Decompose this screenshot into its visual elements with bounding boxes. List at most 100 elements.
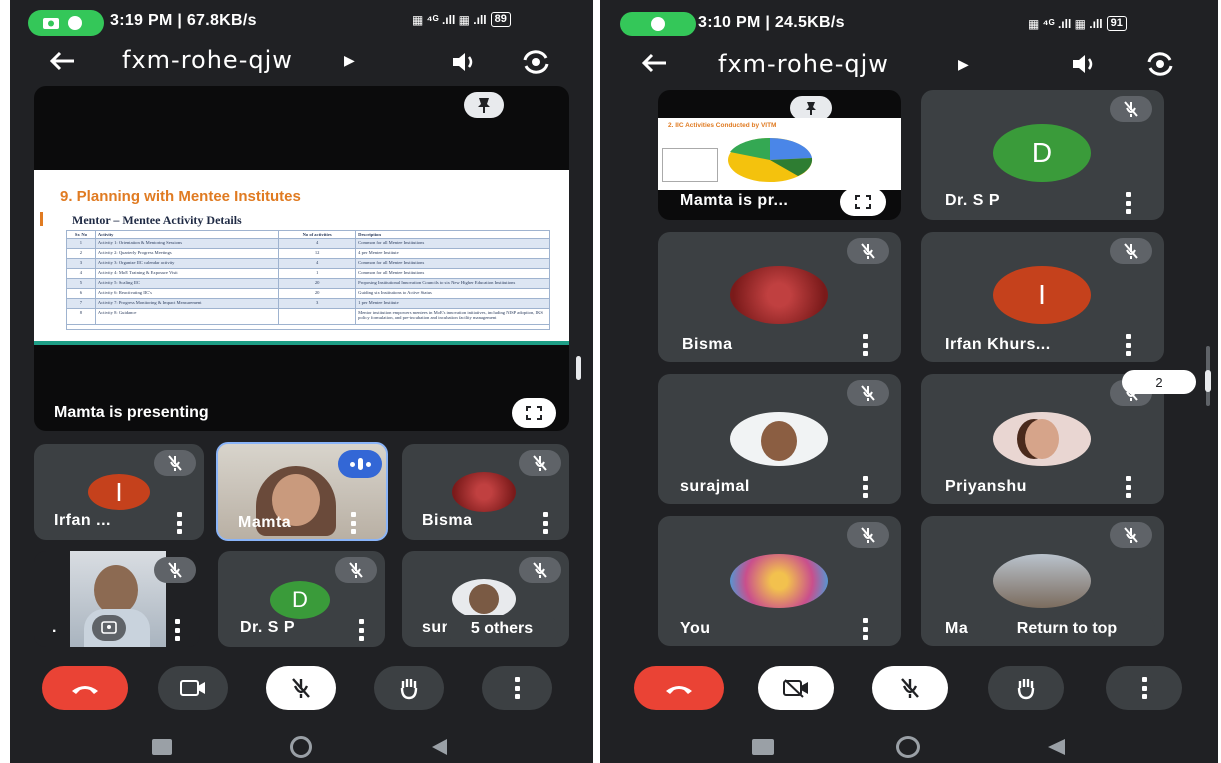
avatar: D: [270, 581, 330, 619]
more-options-icon[interactable]: [862, 334, 868, 356]
slide-accent: [40, 212, 43, 226]
fullscreen-icon[interactable]: [840, 188, 886, 216]
more-options-icon[interactable]: [176, 512, 182, 534]
participant-tile[interactable]: Priyanshu: [921, 374, 1164, 504]
participant-tile[interactable]: I Irfan Khurs...: [921, 232, 1164, 362]
meeting-code[interactable]: fxm-rohe-qjw: [122, 46, 293, 74]
table-row: 8 Activity 8: Guidance Mentor institution …: [67, 309, 549, 325]
others-count-chip[interactable]: 5 others: [446, 615, 558, 643]
home-icon[interactable]: [290, 736, 312, 758]
meeting-code[interactable]: fxm-rohe-qjw: [718, 50, 889, 78]
participant-tile[interactable]: Bisma: [658, 232, 901, 362]
recents-icon[interactable]: [152, 739, 172, 755]
more-options-icon[interactable]: [542, 512, 548, 534]
participant-tile-overflow[interactable]: sur 5 others: [402, 551, 569, 647]
table-cell: Guiding six Institutions to Active Statu…: [358, 290, 432, 295]
hand-icon: [400, 679, 418, 700]
back-arrow-icon[interactable]: [640, 52, 668, 74]
table-cell: 6: [67, 289, 96, 298]
table-cell: 7: [67, 299, 96, 308]
camera-toggle-button[interactable]: [758, 666, 834, 710]
participant-name: Irfan Khurs...: [945, 336, 1051, 353]
table-cell: 2: [67, 249, 96, 258]
participant-tile[interactable]: surajmal: [658, 374, 901, 504]
table-row: 1 Activity 1: Orientation & Mentoring Ses…: [67, 239, 549, 249]
pin-icon[interactable]: [790, 96, 832, 120]
participant-tile-active-speaker[interactable]: Mamta: [216, 442, 388, 541]
participant-name: Irfan ...: [54, 512, 111, 529]
more-options-icon[interactable]: [174, 619, 180, 641]
more-options-button[interactable]: [1106, 666, 1182, 710]
table-cell: Activity 3: Organize IIC calendar activi…: [96, 259, 280, 268]
more-options-icon[interactable]: [358, 619, 364, 641]
self-view-icon[interactable]: [92, 615, 126, 641]
avatar: [452, 579, 516, 619]
participant-tile[interactable]: Ma Return to top: [921, 516, 1164, 646]
caret-right-icon[interactable]: ▶: [344, 52, 355, 69]
more-options-icon[interactable]: [1125, 334, 1131, 356]
table-cell: 4: [279, 259, 357, 268]
pie-chart-graphic: [728, 137, 813, 182]
mic-toggle-button[interactable]: [872, 666, 948, 710]
camera-toggle-button[interactable]: [158, 666, 228, 710]
home-icon[interactable]: [896, 736, 920, 758]
hang-up-icon: [72, 686, 98, 694]
table-cell: Activity 2: Quarterly Progress Meetings: [96, 249, 280, 258]
scrollbar[interactable]: [576, 356, 581, 380]
more-options-icon[interactable]: [1125, 476, 1131, 498]
back-icon[interactable]: [430, 738, 448, 756]
raise-hand-button[interactable]: [374, 666, 444, 710]
back-arrow-icon[interactable]: [48, 50, 76, 72]
mic-toggle-button[interactable]: [266, 666, 336, 710]
avatar: [993, 412, 1091, 466]
more-options-icon[interactable]: [350, 512, 356, 534]
table-header-cell: No of activities: [279, 231, 357, 238]
switch-camera-icon[interactable]: [1144, 50, 1176, 78]
camera-mic-icon: [43, 16, 82, 30]
more-options-icon[interactable]: [862, 618, 868, 640]
table-cell: Proposing Institutional Innovation Counc…: [358, 280, 516, 285]
more-options-icon[interactable]: [1125, 192, 1131, 214]
switch-camera-icon[interactable]: [520, 48, 552, 76]
participant-tile[interactable]: D Dr. S P: [218, 551, 385, 647]
participant-tile-video[interactable]: .: [34, 551, 200, 647]
back-icon[interactable]: [1046, 738, 1066, 756]
participant-tile[interactable]: Bisma: [402, 444, 569, 540]
person-face: [94, 565, 138, 615]
mic-off-icon: [335, 557, 377, 583]
presentation-tile[interactable]: 9. Planning with Mentee Institutes Mento…: [34, 86, 569, 431]
recents-icon[interactable]: [752, 739, 774, 755]
table-cell: 1: [67, 239, 96, 248]
raise-hand-button[interactable]: [988, 666, 1064, 710]
table-cell: Common for all Mentee Institutions: [358, 240, 425, 245]
participant-tile[interactable]: I Irfan ...: [34, 444, 204, 540]
end-call-button[interactable]: [42, 666, 128, 710]
participant-tile[interactable]: D Dr. S P: [921, 90, 1164, 220]
table-cell: Mentor institution empowers mentees in M…: [358, 310, 543, 320]
mic-off-icon: [519, 450, 561, 476]
pin-icon[interactable]: [464, 92, 504, 118]
more-options-icon[interactable]: [862, 476, 868, 498]
fullscreen-icon[interactable]: [512, 398, 556, 428]
more-options-button[interactable]: [482, 666, 552, 710]
table-row: 4 Activity 4: MoE Training & Exposure Vis…: [67, 269, 549, 279]
table-cell: 3: [279, 299, 357, 308]
presentation-tile[interactable]: 2. IIC Activities Conducted by VITM Mamt…: [658, 90, 901, 220]
speaker-icon[interactable]: [450, 50, 480, 74]
presenting-caption: Mamta is presenting: [54, 404, 209, 421]
signal-icons: ▦ ⁴ᴳ .ıll ▦ .ıll 91: [1028, 16, 1127, 31]
signal-icons: ▦ ⁴ᴳ .ıll ▦ .ıll 89: [412, 12, 511, 27]
status-bar: 3:10 PM | 24.5KB/s ▦ ⁴ᴳ .ıll ▦ .ıll 91: [600, 8, 1218, 36]
slide-subtitle: Mentor – Mentee Activity Details: [72, 213, 242, 227]
shared-slide: 9. Planning with Mentee Institutes Mento…: [34, 170, 569, 345]
scrollbar-thumb[interactable]: [1205, 370, 1211, 392]
return-to-top-button[interactable]: Return to top: [979, 614, 1155, 644]
end-call-button[interactable]: [634, 666, 724, 710]
speaker-icon[interactable]: [1070, 52, 1100, 76]
caret-right-icon[interactable]: ▶: [958, 56, 969, 73]
mic-icon: [651, 17, 665, 31]
table-cell: 12: [279, 249, 357, 258]
participant-tile-self[interactable]: You: [658, 516, 901, 646]
table-cell: Activity 7: Progress Monitoring & Impact…: [96, 299, 280, 308]
avatar: [730, 266, 828, 324]
